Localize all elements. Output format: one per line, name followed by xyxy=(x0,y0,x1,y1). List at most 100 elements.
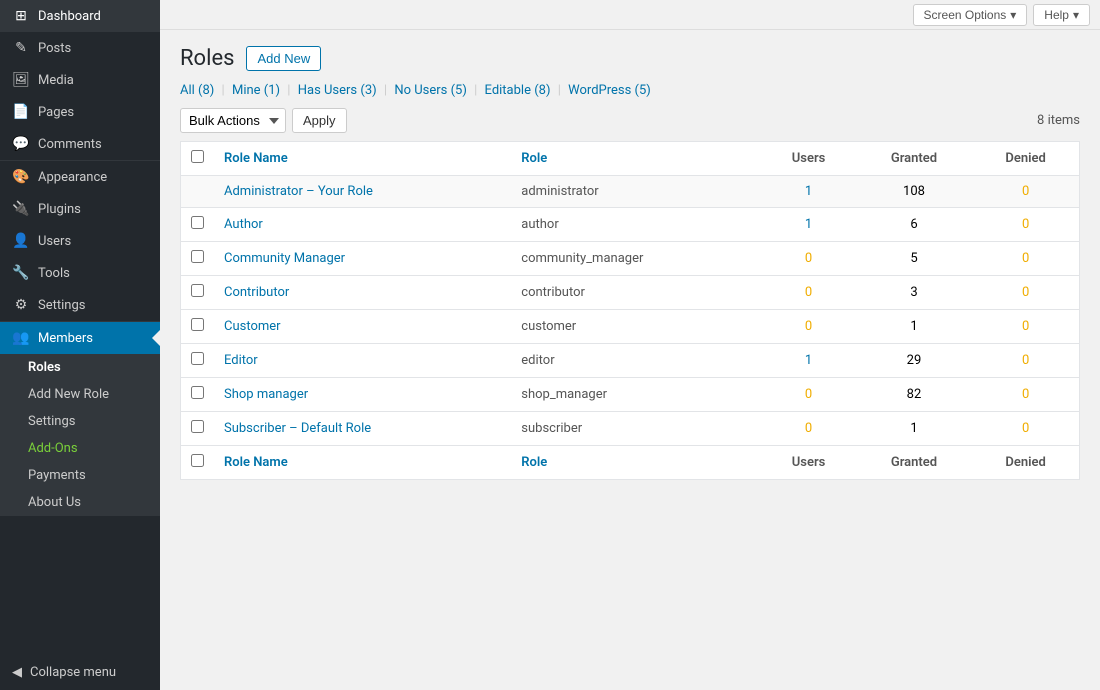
bulk-actions-select[interactable]: Bulk Actions xyxy=(180,108,286,133)
topbar: Screen Options ▾ Help ▾ xyxy=(160,0,1100,30)
sidebar-item-posts[interactable]: ✎ Posts xyxy=(0,32,160,64)
settings-icon: ⚙ xyxy=(12,297,30,313)
submenu-item-add-ons[interactable]: Add-Ons xyxy=(0,435,160,462)
tfoot-users: Users xyxy=(761,446,855,480)
sidebar-item-comments[interactable]: 💬 Comments xyxy=(0,128,160,160)
row-checkbox[interactable] xyxy=(191,318,204,331)
role-users: 0 xyxy=(761,412,855,446)
sidebar-item-tools[interactable]: 🔧 Tools xyxy=(0,257,160,289)
th-role-name: Role Name xyxy=(214,142,511,176)
users-link[interactable]: 1 xyxy=(805,353,812,368)
role-slug: editor xyxy=(511,344,761,378)
role-granted: 6 xyxy=(856,208,973,242)
roles-table: Role Name Role Users Granted Denied Admi… xyxy=(180,141,1080,480)
th-denied: Denied xyxy=(972,142,1079,176)
row-checkbox[interactable] xyxy=(191,352,204,365)
sidebar: ⊞ Dashboard ✎ Posts 🖼 Media 📄 Pages 💬 Co… xyxy=(0,0,160,690)
sidebar-item-appearance[interactable]: 🎨 Appearance xyxy=(0,161,160,193)
role-name-link[interactable]: Community Manager xyxy=(224,251,345,266)
appearance-icon: 🎨 xyxy=(12,169,30,185)
sidebar-item-members[interactable]: 👥 Members xyxy=(0,322,160,354)
screen-options-chevron-icon: ▾ xyxy=(1010,8,1016,22)
table-row: Administrator – Your Roleadministrator11… xyxy=(181,176,1080,208)
sidebar-item-label: Appearance xyxy=(38,170,107,185)
filter-link-all[interactable]: All (8) xyxy=(180,83,214,98)
filter-link-editable[interactable]: Editable (8) xyxy=(485,83,551,98)
sidebar-item-label: Settings xyxy=(38,298,85,313)
sidebar-item-settings[interactable]: ⚙ Settings xyxy=(0,289,160,321)
role-users: 1 xyxy=(761,344,855,378)
role-users: 1 xyxy=(761,176,855,208)
submenu-item-about-us[interactable]: About Us xyxy=(0,489,160,516)
role-name-link[interactable]: Administrator – Your Role xyxy=(224,184,373,199)
table-row: Contributorcontributor030 xyxy=(181,276,1080,310)
table-row: Community Managercommunity_manager050 xyxy=(181,242,1080,276)
users-link[interactable]: 1 xyxy=(805,184,812,199)
table-row: Customercustomer010 xyxy=(181,310,1080,344)
role-name-link[interactable]: Customer xyxy=(224,319,281,334)
media-icon: 🖼 xyxy=(12,72,30,88)
submenu-item-settings[interactable]: Settings xyxy=(0,408,160,435)
role-denied: 0 xyxy=(972,208,1079,242)
members-icon: 👥 xyxy=(12,330,30,346)
sidebar-item-plugins[interactable]: 🔌 Plugins xyxy=(0,193,160,225)
th-users: Users xyxy=(761,142,855,176)
role-slug: subscriber xyxy=(511,412,761,446)
filter-link-wordpress[interactable]: WordPress (5) xyxy=(568,83,651,98)
role-name-link[interactable]: Author xyxy=(224,217,263,232)
select-all-bottom-checkbox[interactable] xyxy=(191,454,204,467)
screen-options-button[interactable]: Screen Options ▾ xyxy=(913,4,1028,26)
select-all-checkbox[interactable] xyxy=(191,150,204,163)
posts-icon: ✎ xyxy=(12,40,30,56)
row-checkbox[interactable] xyxy=(191,216,204,229)
role-denied: 0 xyxy=(972,276,1079,310)
toolbar: Bulk Actions Apply 8 items xyxy=(180,108,1080,133)
add-new-button[interactable]: Add New xyxy=(246,46,321,71)
role-denied: 0 xyxy=(972,242,1079,276)
role-denied: 0 xyxy=(972,344,1079,378)
submenu-item-payments[interactable]: Payments xyxy=(0,462,160,489)
content-area: Roles Add New All (8) | Mine (1) | Has U… xyxy=(160,30,1100,690)
help-button[interactable]: Help ▾ xyxy=(1033,4,1090,26)
role-name-link[interactable]: Contributor xyxy=(224,285,289,300)
sidebar-item-label: Plugins xyxy=(38,202,81,217)
tfoot-role-name: Role Name xyxy=(214,446,511,480)
filter-link-has-users[interactable]: Has Users (3) xyxy=(298,83,377,98)
tfoot-role: Role xyxy=(511,446,761,480)
main-content: Screen Options ▾ Help ▾ Roles Add New Al… xyxy=(160,0,1100,690)
row-checkbox[interactable] xyxy=(191,250,204,263)
submenu-item-roles[interactable]: Roles xyxy=(0,354,160,381)
comments-icon: 💬 xyxy=(12,136,30,152)
pages-icon: 📄 xyxy=(12,104,30,120)
row-checkbox[interactable] xyxy=(191,386,204,399)
sidebar-item-users[interactable]: 👤 Users xyxy=(0,225,160,257)
filter-link-no-users[interactable]: No Users (5) xyxy=(394,83,467,98)
role-denied: 0 xyxy=(972,176,1079,208)
collapse-menu-button[interactable]: ◀ Collapse menu xyxy=(0,655,160,690)
items-count: 8 items xyxy=(1037,113,1080,128)
role-denied: 0 xyxy=(972,310,1079,344)
collapse-icon: ◀ xyxy=(12,665,22,680)
dashboard-icon: ⊞ xyxy=(12,8,30,24)
role-denied: 0 xyxy=(972,378,1079,412)
submenu-item-add-new-role[interactable]: Add New Role xyxy=(0,381,160,408)
sidebar-item-pages[interactable]: 📄 Pages xyxy=(0,96,160,128)
row-checkbox[interactable] xyxy=(191,420,204,433)
users-icon: 👤 xyxy=(12,233,30,249)
role-users: 0 xyxy=(761,242,855,276)
users-link[interactable]: 1 xyxy=(805,217,812,232)
role-name-link[interactable]: Shop manager xyxy=(224,387,308,402)
role-users: 0 xyxy=(761,276,855,310)
apply-button[interactable]: Apply xyxy=(292,108,347,133)
row-checkbox[interactable] xyxy=(191,284,204,297)
sidebar-item-label: Users xyxy=(38,234,71,249)
table-row: Subscriber – Default Rolesubscriber010 xyxy=(181,412,1080,446)
role-name-link[interactable]: Subscriber – Default Role xyxy=(224,421,371,436)
sidebar-item-dashboard[interactable]: ⊞ Dashboard xyxy=(0,0,160,32)
th-granted: Granted xyxy=(856,142,973,176)
filter-link-mine[interactable]: Mine (1) xyxy=(232,83,280,98)
members-submenu: Roles Add New Role Settings Add-Ons Paym… xyxy=(0,354,160,516)
sidebar-item-media[interactable]: 🖼 Media xyxy=(0,64,160,96)
role-name-link[interactable]: Editor xyxy=(224,353,258,368)
help-chevron-icon: ▾ xyxy=(1073,8,1079,22)
